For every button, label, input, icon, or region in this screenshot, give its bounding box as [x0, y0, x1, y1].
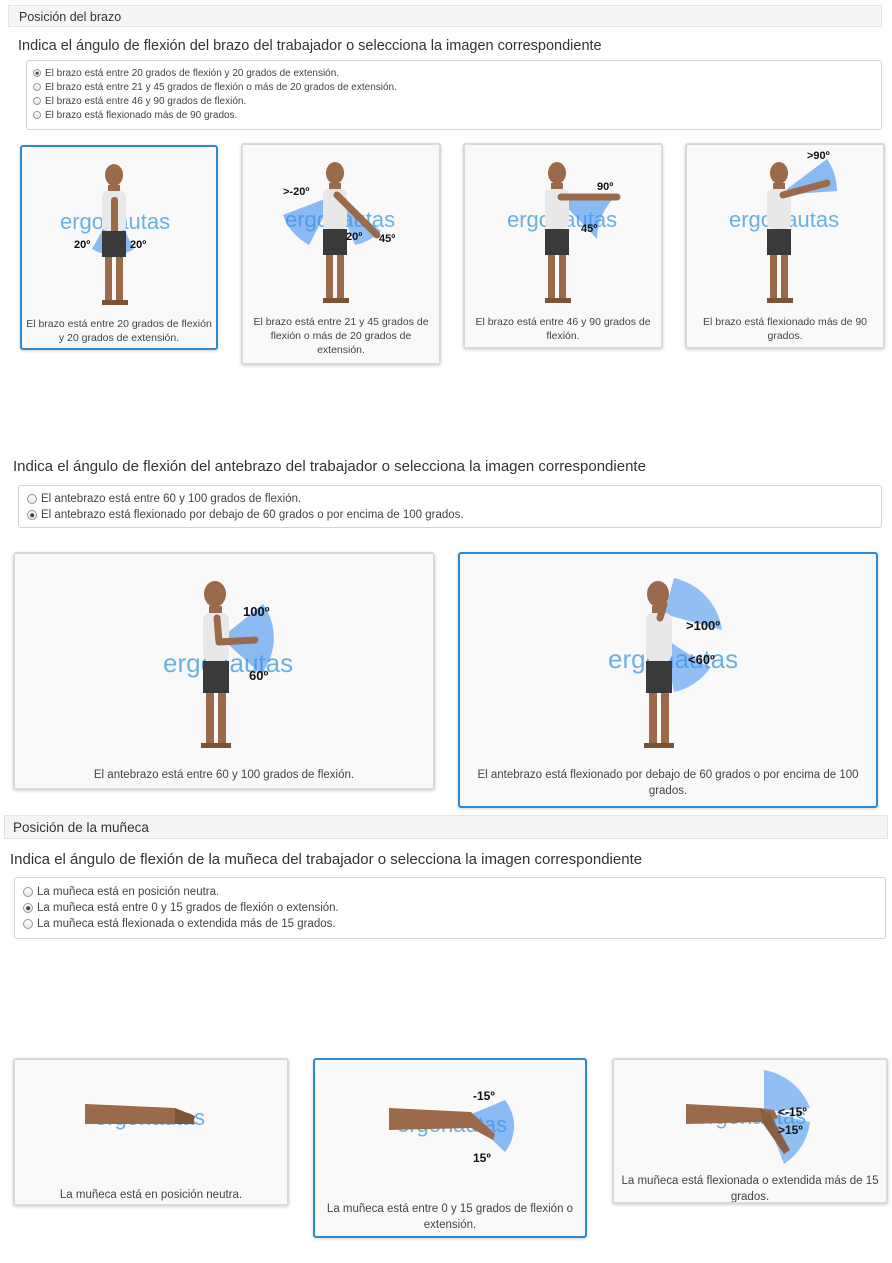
worker-figure-image: ergonautas >100º <60º — [608, 578, 738, 748]
card-caption: La muñeca está entre 0 y 15 grados de fl… — [326, 1203, 574, 1231]
radio-button[interactable] — [27, 510, 37, 520]
wrist-option-label: La muñeca está entre 0 y 15 grados de fl… — [37, 902, 339, 914]
card-caption: El brazo está flexionado más de 90 grado… — [702, 316, 868, 343]
wrist-option-2[interactable]: La muñeca está entre 0 y 15 grados de fl… — [23, 900, 877, 916]
angle-label: >-20º — [283, 186, 309, 198]
wrist-image: ergonautas <-15º >15º — [686, 1070, 810, 1164]
worker-figure-image: ergonautas >90º — [729, 150, 839, 303]
arm-section-title: Posición del brazo — [19, 10, 122, 24]
radio-button[interactable] — [23, 887, 33, 897]
wrist-option-label: La muñeca está en posición neutra. — [37, 886, 220, 898]
radio-button[interactable] — [33, 97, 41, 105]
arm-option-label: El brazo está entre 21 y 45 grados de fl… — [45, 81, 397, 93]
card-caption: La muñeca está en posición neutra. — [59, 1189, 243, 1201]
worker-figure-image: ergonautas 100º 60º — [163, 581, 293, 748]
angle-label: 20º — [74, 239, 90, 251]
wrist-card-3[interactable]: ergonautas <-15º >15º La muñeca está fle… — [612, 1058, 888, 1204]
arm-option-3[interactable]: El brazo está entre 46 y 90 grados de fl… — [33, 94, 875, 108]
arm-option-label: El brazo está entre 20 grados de flexión… — [45, 67, 340, 79]
worker-figure-image: ergonautas 20º 20º — [60, 164, 170, 305]
arm-section-header: Posición del brazo — [8, 5, 882, 27]
wrist-options-box: La muñeca está en posición neutra. La mu… — [14, 877, 886, 939]
wrist-card-2[interactable]: ergonautas -15º 15º La muñeca está entre… — [313, 1058, 587, 1238]
forearm-card-2[interactable]: ergonautas >100º <60º El antebrazo está … — [458, 552, 878, 808]
arm-option-1[interactable]: El brazo está entre 20 grados de flexión… — [33, 66, 875, 80]
forearm-option-2[interactable]: El antebrazo está flexionado por debajo … — [27, 507, 873, 523]
angle-label: 60º — [249, 668, 268, 683]
angle-label: 45º — [581, 223, 597, 235]
wrist-image: ergonautas -15º 15º — [389, 1089, 515, 1165]
radio-button[interactable] — [23, 919, 33, 929]
forearm-option-1[interactable]: El antebrazo está entre 60 y 100 grados … — [27, 491, 873, 507]
card-caption: El brazo está entre 46 y 90 grados de fl… — [475, 316, 651, 343]
arm-card-4[interactable]: ergonautas >90º El brazo está flexionado… — [685, 143, 885, 349]
angle-label: <-15º — [778, 1105, 807, 1119]
forearm-option-label: El antebrazo está flexionado por debajo … — [41, 509, 464, 521]
angle-label: 20º — [130, 239, 146, 251]
angle-label: 45º — [379, 233, 395, 245]
forearm-options-box: El antebrazo está entre 60 y 100 grados … — [18, 485, 882, 528]
arm-options-box: El brazo está entre 20 grados de flexión… — [26, 60, 882, 130]
angle-label: 20º — [346, 231, 362, 243]
angle-label: 15º — [473, 1151, 491, 1165]
wrist-image: ergonautas — [85, 1104, 205, 1130]
wrist-section-header: Posición de la muñeca — [4, 815, 888, 839]
arm-card-1[interactable]: ergonautas 20º 20º El brazo está entre 2… — [20, 145, 218, 350]
wrist-option-label: La muñeca está flexionada o extendida má… — [37, 918, 336, 930]
wrist-card-1[interactable]: ergonautas La muñeca está en posición ne… — [13, 1058, 289, 1206]
forearm-card-1[interactable]: ergonautas 100º 60º El antebrazo está en… — [13, 552, 435, 790]
wrist-option-1[interactable]: La muñeca está en posición neutra. — [23, 884, 877, 900]
arm-option-4[interactable]: El brazo está flexionado más de 90 grado… — [33, 108, 875, 122]
forearm-prompt: Indica el ángulo de flexión del antebraz… — [13, 458, 646, 475]
worker-figure-image: ergonautas 90º 45º — [507, 162, 621, 303]
radio-button[interactable] — [33, 69, 41, 77]
wrist-prompt: Indica el ángulo de flexión de la muñeca… — [10, 851, 643, 868]
angle-label: -15º — [473, 1089, 495, 1103]
wrist-section-title: Posición de la muñeca — [13, 820, 149, 835]
arm-option-label: El brazo está flexionado más de 90 grado… — [45, 109, 238, 121]
angle-label: <60º — [688, 652, 715, 667]
angle-label: >90º — [807, 150, 830, 162]
radio-button[interactable] — [23, 903, 33, 913]
arm-prompt: Indica el ángulo de flexión del brazo de… — [18, 38, 602, 54]
arm-option-label: El brazo está entre 46 y 90 grados de fl… — [45, 95, 247, 107]
card-caption: La muñeca está flexionada o extendida má… — [621, 1175, 879, 1203]
card-caption: El antebrazo está flexionado por debajo … — [477, 769, 859, 797]
card-caption: El brazo está entre 21 y 45 grados de fl… — [253, 316, 429, 357]
angle-label: 100º — [243, 604, 270, 619]
angle-label: >100º — [686, 618, 720, 633]
card-caption: El brazo está entre 20 grados de flexión… — [26, 318, 212, 345]
arm-card-3[interactable]: ergonautas 90º 45º El brazo está entre 4… — [463, 143, 663, 349]
angle-label: >15º — [778, 1123, 803, 1137]
forearm-option-label: El antebrazo está entre 60 y 100 grados … — [41, 493, 302, 505]
worker-figure-image: ergonautas >-20º 20º 45º — [283, 162, 395, 303]
radio-button[interactable] — [33, 83, 41, 91]
angle-label: 90º — [597, 181, 613, 193]
card-caption: El antebrazo está entre 60 y 100 grados … — [93, 769, 355, 781]
radio-button[interactable] — [27, 494, 37, 504]
radio-button[interactable] — [33, 111, 41, 119]
wrist-option-3[interactable]: La muñeca está flexionada o extendida má… — [23, 916, 877, 932]
arm-option-2[interactable]: El brazo está entre 21 y 45 grados de fl… — [33, 80, 875, 94]
arm-card-2[interactable]: ergonautas >-20º 20º 45º El brazo está e… — [241, 143, 441, 365]
